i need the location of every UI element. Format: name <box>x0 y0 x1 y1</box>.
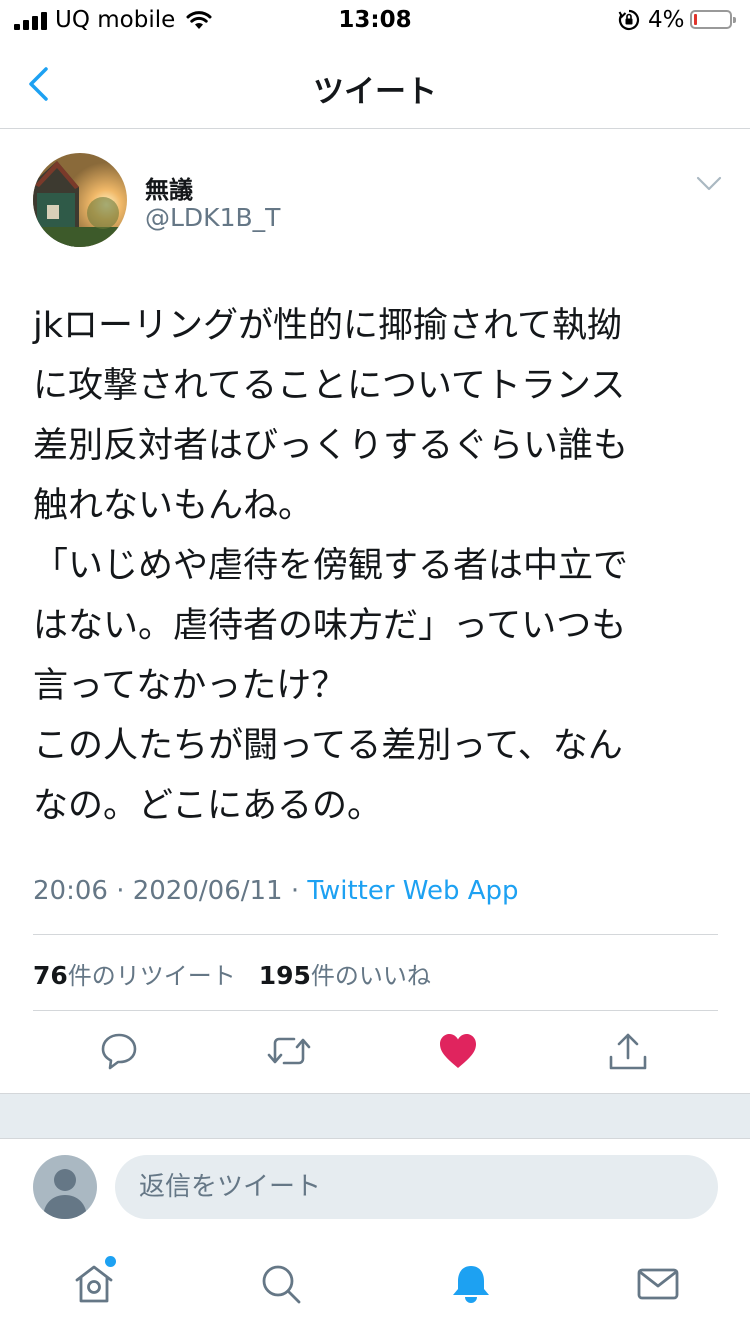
status-bar: UQ mobile 13:08 4% <box>0 0 750 40</box>
divider <box>33 1010 718 1011</box>
author-name[interactable]: 無議 <box>145 170 193 205</box>
likes-count-link[interactable]: 195件のいいね <box>258 961 431 990</box>
tweet-text-line: jkローリングが性的に揶揄されて執拗 <box>33 306 622 346</box>
retweets-count: 76 <box>33 961 68 990</box>
tweet-text-line: 触れないもんね。 <box>33 486 314 526</box>
tweet-time: 20:06 · 2020/06/11 · <box>33 876 308 906</box>
retweets-label: 件のリツイート <box>67 962 236 990</box>
share-icon[interactable] <box>608 1031 648 1073</box>
tweet-text-line: 「いじめや虐待を傍観する者は中立で <box>33 546 629 586</box>
battery-icon <box>690 10 736 29</box>
tweet-text-line: はない。虐待者の味方だ」っていつも <box>33 606 627 646</box>
tweet-text-line: なの。どこにあるの。 <box>33 786 382 826</box>
like-icon[interactable] <box>438 1031 478 1071</box>
search-icon[interactable] <box>259 1262 303 1306</box>
engagement-counts: 76件のリツイート 195件のいいね <box>33 956 431 991</box>
tweet-text-line: に攻撃されてることについてトランス <box>33 366 626 406</box>
page-title: ツイート <box>313 74 437 110</box>
divider <box>33 934 718 935</box>
orientation-lock-icon <box>618 9 640 31</box>
tweet-timestamp: 20:06 · 2020/06/11 · Twitter Web App <box>33 876 519 906</box>
battery-percent: 4% <box>648 7 685 33</box>
home-icon[interactable] <box>72 1262 116 1306</box>
tweet-text-line: 差別反対者はびっくりするぐらい誰も <box>33 426 629 466</box>
notifications-icon[interactable] <box>449 1262 493 1306</box>
messages-icon[interactable] <box>636 1262 680 1306</box>
likes-count: 195 <box>258 961 311 990</box>
tweet-text-line: 言ってなかったけ？ <box>33 666 347 706</box>
author-avatar[interactable] <box>33 153 127 247</box>
chevron-down-icon[interactable] <box>696 176 722 192</box>
tweet-text: jkローリングが性的に揶揄されて執拗 に攻撃されてることについてトランス 差別反… <box>33 296 723 836</box>
tweet-text-line: この人たちが闘ってる差別って、なん <box>33 726 623 766</box>
likes-label: 件のいいね <box>310 962 431 990</box>
user-avatar[interactable] <box>33 1155 97 1219</box>
section-separator <box>0 1093 750 1139</box>
reply-icon[interactable] <box>99 1031 139 1071</box>
retweet-icon[interactable] <box>266 1031 312 1071</box>
retweets-count-link[interactable]: 76件のリツイート <box>33 961 236 990</box>
navigation-bar: ツイート <box>0 40 750 129</box>
source-app-link[interactable]: Twitter Web App <box>307 876 518 906</box>
author-handle[interactable]: @LDK1B_T <box>145 203 280 232</box>
home-notification-dot <box>105 1256 116 1267</box>
reply-input[interactable]: 返信をツイート <box>115 1155 718 1219</box>
